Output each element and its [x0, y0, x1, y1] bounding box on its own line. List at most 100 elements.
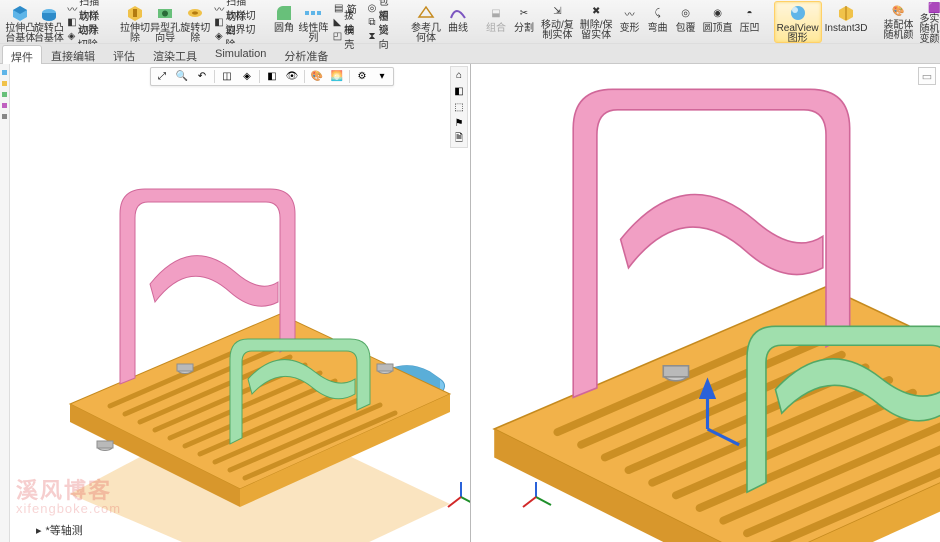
- delete-body-button[interactable]: ✖删除/保 留实体: [577, 1, 616, 43]
- swept-icon: 〰: [214, 2, 224, 14]
- multibody-random-color-button[interactable]: 🟪多实体 随机改 变颜色: [916, 1, 940, 43]
- swept-icon: 〰: [67, 2, 77, 14]
- rib-icon: ▤: [333, 2, 345, 14]
- linear-pattern-button[interactable]: 线性阵 列: [298, 1, 329, 43]
- apply-scene-icon[interactable]: 🌅: [329, 69, 345, 85]
- cube-cut-icon: [125, 3, 145, 23]
- prev-view-icon[interactable]: ↶: [194, 69, 210, 85]
- viewport-left[interactable]: ⤢ 🔍 ↶ ◫ ◈ ◧ 👁 🎨 🌅 ⚙ ▾: [10, 64, 471, 542]
- graphics-area: ⤢ 🔍 ↶ ◫ ◈ ◧ 👁 🎨 🌅 ⚙ ▾: [0, 64, 940, 542]
- cube-rev-cut-icon: [185, 3, 205, 23]
- more-icon[interactable]: ▾: [374, 69, 390, 85]
- taskpane-home-icon[interactable]: ⌂: [452, 68, 466, 82]
- taskpane-asm-icon[interactable]: ⬚: [452, 100, 466, 114]
- zoom-area-icon[interactable]: 🔍: [174, 69, 190, 85]
- dome-icon: ◓: [740, 3, 760, 23]
- toolbar-sep: [304, 70, 305, 83]
- shell-button[interactable]: ◰抽壳: [329, 29, 364, 43]
- bound-icon: ◈: [214, 30, 223, 42]
- wrap-icon: ◎: [676, 3, 696, 23]
- ribbon-group-view: RealView 图形 Instant3D: [772, 1, 873, 43]
- revolve-cut-button[interactable]: 旋转切 除: [180, 1, 210, 43]
- extrude-cut-button[interactable]: 拉伸切 除: [120, 1, 150, 43]
- view-settings-icon[interactable]: ⚙: [354, 69, 370, 85]
- hide-show-icon[interactable]: 👁: [284, 69, 300, 85]
- view-triad-right[interactable]: [519, 480, 553, 514]
- movecopy-icon: ⇲: [547, 3, 567, 20]
- boundary-boss-button[interactable]: ◈边界切除: [63, 29, 110, 43]
- tab-render-tools[interactable]: 渲染工具: [144, 44, 206, 63]
- delbody-icon: ✖: [586, 3, 606, 20]
- indent-icon: ◉: [708, 3, 728, 23]
- ribbon-small-col-boss: 〰扫描切除 ◧放样切除 ◈边界切除: [63, 1, 110, 43]
- ribbon-small-col-cut: 〰扫描切除 ◧放样切割 ◈边界切除: [210, 1, 260, 43]
- tab-direct-edit[interactable]: 直接编辑: [42, 44, 104, 63]
- zoom-fit-icon[interactable]: ⤢: [154, 69, 170, 85]
- viewport-right[interactable]: ▭: [471, 64, 940, 542]
- mirror-button[interactable]: ⧗镜向: [363, 29, 398, 43]
- realview-button[interactable]: RealView 图形: [774, 1, 822, 43]
- iso-glyph-icon: ▸: [36, 524, 42, 537]
- wrap-icon: ◎: [367, 2, 376, 14]
- split-button[interactable]: ✂分割: [510, 1, 538, 43]
- taskpane-part-icon[interactable]: ◧: [452, 84, 466, 98]
- boundary-cut-button[interactable]: ◈边界切除: [210, 29, 260, 43]
- loft-icon: ◧: [214, 16, 223, 28]
- fillet-button[interactable]: 圆角: [270, 1, 298, 43]
- model-scene-right: [471, 64, 940, 542]
- refgeom-icon: [416, 3, 436, 23]
- asm-random-color-button[interactable]: 🎨装配体 随机颜: [880, 1, 916, 43]
- indent-button[interactable]: ◉圆顶直: [700, 1, 736, 43]
- split-icon: ✂: [514, 3, 534, 23]
- cube-rev-icon: [39, 3, 59, 23]
- extrude-boss-label: 拉伸凸 台基体: [5, 24, 35, 44]
- view-heads-up-toolbar: ⤢ 🔍 ↶ ◫ ◈ ◧ 👁 🎨 🌅 ⚙ ▾: [150, 67, 394, 86]
- display-style-icon[interactable]: ◧: [264, 69, 280, 85]
- tab-simulation[interactable]: Simulation: [206, 44, 275, 63]
- mirror-icon: ⧗: [367, 30, 376, 42]
- move-copy-button[interactable]: ⇲移动/复 制实体: [538, 1, 577, 43]
- deform-button[interactable]: 〰变形: [616, 1, 644, 43]
- ribbon-group-bodies: ⬓组合 ✂分割 ⇲移动/复 制实体 ✖删除/保 留实体 〰变形 ⤹弯曲 ◎包覆 …: [480, 1, 766, 43]
- linpat-icon: [303, 3, 323, 23]
- curves-button[interactable]: 曲线: [444, 1, 472, 43]
- section-view-icon[interactable]: ◫: [219, 69, 235, 85]
- ref-geom-button[interactable]: 参考几 何体: [408, 1, 444, 43]
- hole-wizard-button[interactable]: 异型孔 向导: [150, 1, 180, 43]
- ribbon-group-ref: 参考几 何体 曲线: [406, 1, 474, 43]
- taskpane-doc-icon[interactable]: 🗎: [452, 132, 466, 146]
- ribbon-small-col-feat2: ◎包覆 ⧉相交 ⧗镜向: [363, 1, 398, 43]
- revolve-boss-button[interactable]: 旋转凸 台基体: [35, 1, 64, 43]
- instant3d-icon: [836, 3, 856, 23]
- tab-evaluate[interactable]: 评估: [104, 44, 144, 63]
- dome-button[interactable]: ◓压凹: [736, 1, 764, 43]
- ribbon-group-cut: 拉伸切 除 异型孔 向导 旋转切 除 〰扫描切除 ◧放样切割 ◈边界切除: [118, 1, 262, 43]
- status-label: *等轴测: [46, 522, 83, 538]
- model-scene-left: [30, 154, 470, 542]
- shell-icon: ◰: [333, 30, 342, 42]
- fillet-icon: [274, 3, 294, 23]
- toolbar-sep: [349, 70, 350, 83]
- revolve-boss-label: 旋转凸 台基体: [34, 24, 64, 44]
- tab-weldments[interactable]: 焊件: [2, 45, 42, 64]
- task-pane-tabs: ⌂ ◧ ⬚ ⚑ 🗎: [450, 66, 468, 148]
- curve-icon: [448, 3, 468, 23]
- ribbon-toolbar: 拉伸凸 台基体 旋转凸 台基体 〰扫描切除 ◧放样切除 ◈边界切除 拉伸切 除 …: [0, 0, 940, 44]
- asmrand-icon: 🎨: [888, 3, 908, 20]
- ribbon-small-col-feat1: ▤筋 ◣拔模 ◰抽壳: [329, 1, 364, 43]
- combine-button[interactable]: ⬓组合: [482, 1, 510, 43]
- flex-button[interactable]: ⤹弯曲: [644, 1, 672, 43]
- draft-icon: ◣: [333, 16, 342, 28]
- flex-icon: ⤹: [648, 3, 668, 23]
- view-triad-left[interactable]: [444, 480, 471, 514]
- instant3d-button[interactable]: Instant3D: [822, 1, 871, 43]
- edit-appearance-icon[interactable]: 🎨: [309, 69, 325, 85]
- taskpane-flag-icon[interactable]: ⚑: [452, 116, 466, 130]
- command-tabs: 焊件 直接编辑 评估 渲染工具 Simulation 分析准备: [0, 44, 940, 64]
- feature-manager-gutter[interactable]: [0, 64, 10, 542]
- mbrand-icon: 🟪: [924, 3, 940, 14]
- tab-analysis-prep[interactable]: 分析准备: [275, 44, 337, 63]
- extrude-boss-button[interactable]: 拉伸凸 台基体: [6, 1, 35, 43]
- view-orient-icon[interactable]: ◈: [239, 69, 255, 85]
- wrap2-button[interactable]: ◎包覆: [672, 1, 700, 43]
